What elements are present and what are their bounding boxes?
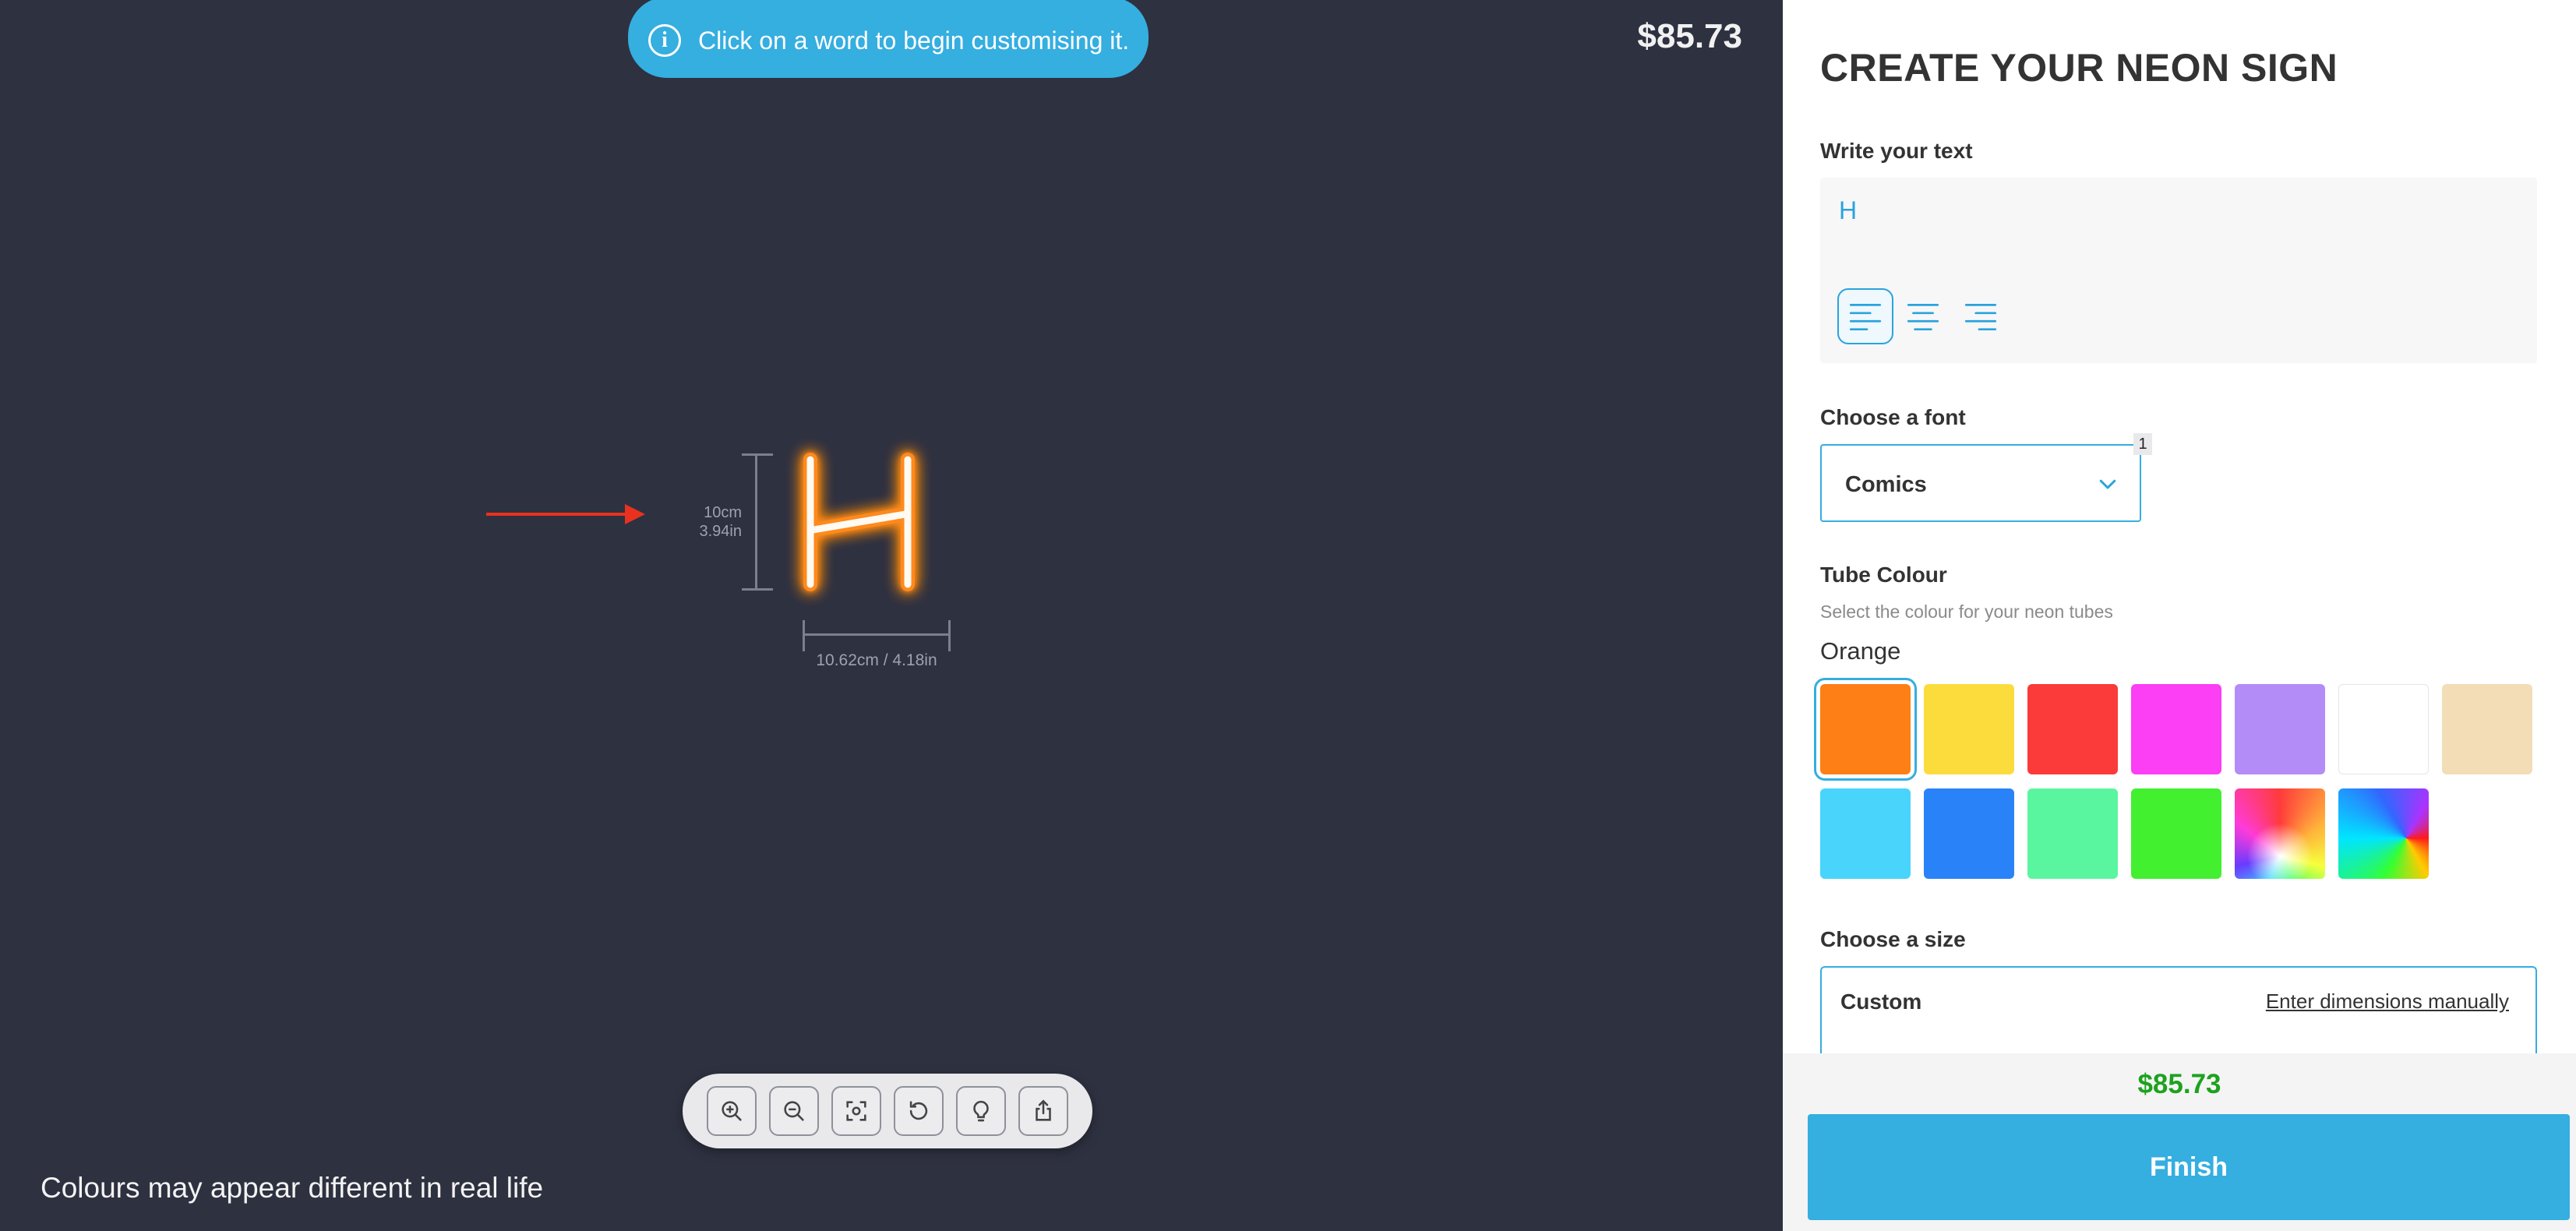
sign-text-input[interactable]: H (1820, 178, 2537, 363)
text-section-label: Write your text (1820, 139, 1973, 163)
font-select-value: Comics (1845, 472, 1927, 497)
share-icon (1036, 1099, 1051, 1121)
sign-preview-canvas[interactable]: i Click on a word to begin customising i… (0, 0, 1783, 1231)
zoom-in-button[interactable] (707, 1086, 757, 1136)
align-right-icon (1964, 304, 1997, 331)
swatch-purple[interactable] (2235, 684, 2325, 774)
colour-section-subtitle: Select the colour for your neon tubes (1820, 601, 2113, 622)
swatch-blue[interactable] (1924, 788, 2014, 879)
width-measurement-label: 10.62cm / 4.18in (816, 651, 937, 669)
fit-screen-icon (846, 1101, 866, 1121)
zoom-out-icon (784, 1101, 804, 1121)
zoom-in-icon (722, 1101, 742, 1121)
font-count-badge: 1 (2133, 433, 2152, 455)
size-option-name: Custom (1840, 989, 1922, 1014)
checkout-footer: $85.73 Finish (1783, 1053, 2576, 1231)
neon-sign-letter[interactable] (787, 444, 935, 600)
font-section-label: Choose a font (1820, 405, 1966, 429)
align-left-button[interactable] (1837, 288, 1893, 344)
total-price: $85.73 (2137, 1069, 2221, 1099)
info-icon: i (648, 24, 681, 57)
align-center-button[interactable] (1895, 288, 1951, 344)
swatch-ice-blue[interactable] (1820, 788, 1911, 879)
swatch-warm-white[interactable] (2442, 684, 2532, 774)
selected-colour-name: Orange (1820, 637, 1901, 665)
swatch-green[interactable] (2131, 788, 2221, 879)
info-banner-text: Click on a word to begin customising it. (698, 26, 1130, 55)
font-select[interactable]: Comics (1820, 444, 2141, 522)
align-left-icon (1849, 304, 1882, 331)
align-center-icon (1907, 304, 1939, 331)
swatch-rgb[interactable] (2338, 788, 2429, 879)
sign-text-value: H (1839, 196, 1858, 224)
preview-price: $85.73 (1637, 17, 1742, 55)
align-right-button[interactable] (1953, 288, 2009, 344)
chevron-down-icon (2099, 479, 2116, 489)
width-measure-line (803, 620, 951, 651)
swatch-white[interactable] (2338, 684, 2429, 774)
swatch-pink[interactable] (2131, 684, 2221, 774)
reset-button[interactable] (894, 1086, 944, 1136)
lightbulb-icon (973, 1100, 989, 1122)
height-measure-line (742, 453, 773, 591)
canvas-toolbar (683, 1074, 1092, 1148)
sign-config-panel: CREATE YOUR NEON SIGN Write your text H … (1783, 0, 2576, 1231)
red-arrow-icon (486, 504, 645, 524)
info-banner: i Click on a word to begin customising i… (628, 0, 1149, 78)
swatch-rainbow[interactable] (2235, 788, 2325, 879)
colour-section-label: Tube Colour (1820, 563, 1947, 587)
page-title: CREATE YOUR NEON SIGN (1820, 46, 2338, 90)
reset-icon (909, 1101, 928, 1120)
colour-disclaimer: Colours may appear different in real lif… (41, 1172, 544, 1204)
finish-button[interactable]: Finish (1808, 1114, 2570, 1220)
fit-screen-button[interactable] (831, 1086, 881, 1136)
swatch-orange[interactable] (1814, 678, 1917, 781)
zoom-out-button[interactable] (769, 1086, 819, 1136)
swatch-red[interactable] (2027, 684, 2118, 774)
swatch-yellow[interactable] (1924, 684, 2014, 774)
size-section-label: Choose a size (1820, 927, 1966, 951)
light-toggle-button[interactable] (956, 1086, 1006, 1136)
swatch-mint[interactable] (2027, 788, 2118, 879)
height-measurement-label: 10cm 3.94in (699, 504, 743, 540)
share-button[interactable] (1018, 1086, 1068, 1136)
enter-dimensions-link[interactable]: Enter dimensions manually (2266, 989, 2509, 1014)
